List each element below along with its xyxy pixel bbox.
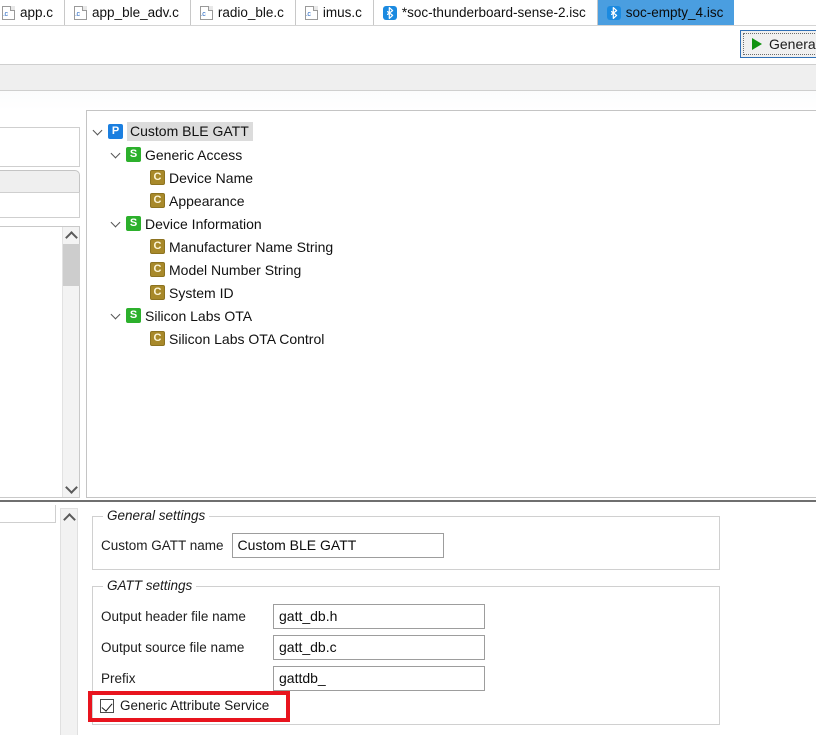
output-source-label: Output source file name — [101, 639, 245, 655]
characteristic-icon: C — [150, 193, 165, 208]
prefix-input[interactable]: gattdb_ — [273, 665, 485, 691]
left-panel-bottom-stub — [0, 505, 56, 523]
general-settings-legend: General settings — [103, 508, 210, 523]
bluetooth-icon — [382, 6, 397, 20]
tree-item-label: Model Number String — [169, 261, 302, 278]
editor-tab-imus-c[interactable]: imus.c — [295, 0, 374, 26]
editor-tab-app_ble_adv-c[interactable]: app_ble_adv.c — [65, 0, 191, 26]
tree-item-label: Appearance — [169, 192, 245, 209]
tree-item-manufacturer-name-string[interactable]: C Manufacturer Name String — [135, 235, 333, 258]
tree-item-device-information[interactable]: S Device Information — [111, 212, 262, 235]
generate-button-label: Generate — [769, 36, 816, 52]
output-source-row: Output source file name gatt_db.c — [101, 634, 485, 660]
c-file-icon — [2, 6, 15, 20]
characteristic-icon: C — [150, 239, 165, 254]
generic-attribute-service-checkbox[interactable] — [100, 698, 114, 713]
settings-scroll-up-icon[interactable] — [61, 509, 77, 526]
editor-tab-label: imus.c — [322, 5, 362, 21]
tree-item-model-number-string[interactable]: C Model Number String — [135, 258, 301, 281]
toolbar-area — [0, 26, 816, 64]
characteristic-icon: C — [150, 170, 165, 185]
editor-tab--soc-thunderboard-sense-2-isc[interactable]: *soc-thunderboard-sense-2.isc — [373, 0, 598, 26]
general-settings-group: General settings Custom GATT name Custom… — [92, 508, 720, 570]
chevron-down-icon[interactable] — [111, 310, 122, 321]
bluetooth-icon — [606, 6, 621, 20]
prefix-row: Prefix gattdb_ — [101, 665, 485, 691]
editor-tab-bar: app.c app_ble_adv.c radio_ble.c imus.c *soc-… — [0, 0, 816, 26]
tree-item-label: Manufacturer Name String — [169, 238, 334, 255]
tree-item-label: Device Name — [169, 169, 254, 186]
gatt-settings-legend: GATT settings — [103, 578, 197, 593]
left-panel-field-stub — [0, 127, 80, 167]
tree-item-label: Custom BLE GATT — [127, 122, 253, 141]
scroll-down-icon[interactable] — [63, 480, 80, 497]
chevron-down-icon[interactable] — [111, 149, 122, 160]
editor-tab-label: radio_ble.c — [217, 5, 284, 21]
tree-item-device-name[interactable]: C Device Name — [135, 166, 253, 189]
editor-tab-app-c[interactable]: app.c — [0, 0, 66, 26]
tree-item-label: Generic Access — [145, 146, 243, 163]
editor-tab-soc-empty_4-isc[interactable]: soc-empty_4.isc — [597, 0, 735, 26]
section-divider-band — [0, 64, 816, 91]
tree-item-label: Device Information — [145, 215, 262, 232]
checkmark-icon — [101, 699, 113, 712]
prefix-label: Prefix — [101, 670, 136, 686]
left-panel-search-stub[interactable] — [0, 192, 80, 218]
characteristic-icon: C — [150, 262, 165, 277]
left-panel-list-stub[interactable] — [0, 226, 80, 498]
tree-item-label: Silicon Labs OTA — [145, 307, 253, 324]
tree-item-silicon-labs-ota[interactable]: S Silicon Labs OTA — [111, 304, 252, 327]
editor-tab-radio_ble-c[interactable]: radio_ble.c — [190, 0, 296, 26]
profile-icon: P — [108, 124, 123, 139]
output-source-input[interactable]: gatt_db.c — [273, 634, 485, 660]
left-panel-tab-stub[interactable] — [0, 170, 80, 192]
c-file-icon — [304, 6, 318, 20]
generate-button[interactable]: Generate — [740, 30, 816, 58]
tree-item-silicon-labs-ota-control[interactable]: C Silicon Labs OTA Control — [135, 327, 324, 350]
tree-item-system-id[interactable]: C System ID — [135, 281, 234, 304]
c-file-icon — [199, 6, 213, 20]
output-header-label: Output header file name — [101, 608, 246, 624]
gatt-tree-panel[interactable]: P Custom BLE GATT S Generic Access C Device N… — [86, 110, 816, 498]
output-header-input[interactable]: gatt_db.h — [273, 603, 485, 629]
tree-item-label: Silicon Labs OTA Control — [169, 330, 325, 347]
output-header-row: Output header file name gatt_db.h — [101, 603, 485, 629]
play-triangle-icon — [752, 38, 762, 50]
settings-panel-scrollbar[interactable] — [60, 508, 78, 735]
custom-gatt-name-label: Custom GATT name — [101, 537, 224, 553]
tree-item-custom-ble-gatt[interactable]: P Custom BLE GATT — [93, 120, 253, 143]
custom-gatt-name-input[interactable]: Custom BLE GATT — [231, 532, 444, 558]
editor-tab-label: app_ble_adv.c — [92, 5, 179, 21]
c-file-icon — [74, 6, 88, 20]
editor-tab-label: app.c — [20, 5, 54, 21]
generic-attribute-service-label: Generic Attribute Service — [120, 698, 270, 713]
service-icon: S — [126, 147, 141, 162]
scrollbar-thumb[interactable] — [63, 244, 80, 286]
left-panel-scrollbar[interactable] — [62, 227, 80, 497]
tree-item-appearance[interactable]: C Appearance — [135, 189, 245, 212]
content-top-gradient — [0, 91, 816, 110]
editor-tab-label: soc-empty_4.isc — [625, 5, 724, 21]
scroll-up-icon[interactable] — [63, 227, 80, 244]
custom-gatt-name-row: Custom GATT name Custom BLE GATT — [101, 532, 444, 558]
tree-item-generic-access[interactable]: S Generic Access — [111, 143, 242, 166]
service-icon: S — [126, 308, 141, 323]
characteristic-icon: C — [150, 331, 165, 346]
tree-item-label: System ID — [169, 284, 234, 301]
chevron-down-icon[interactable] — [93, 126, 104, 137]
generic-attribute-service-checkbox-row[interactable]: Generic Attribute Service — [100, 698, 269, 713]
characteristic-icon: C — [150, 285, 165, 300]
service-icon: S — [126, 216, 141, 231]
chevron-down-icon[interactable] — [111, 218, 122, 229]
editor-tab-label: *soc-thunderboard-sense-2.isc — [401, 5, 586, 21]
